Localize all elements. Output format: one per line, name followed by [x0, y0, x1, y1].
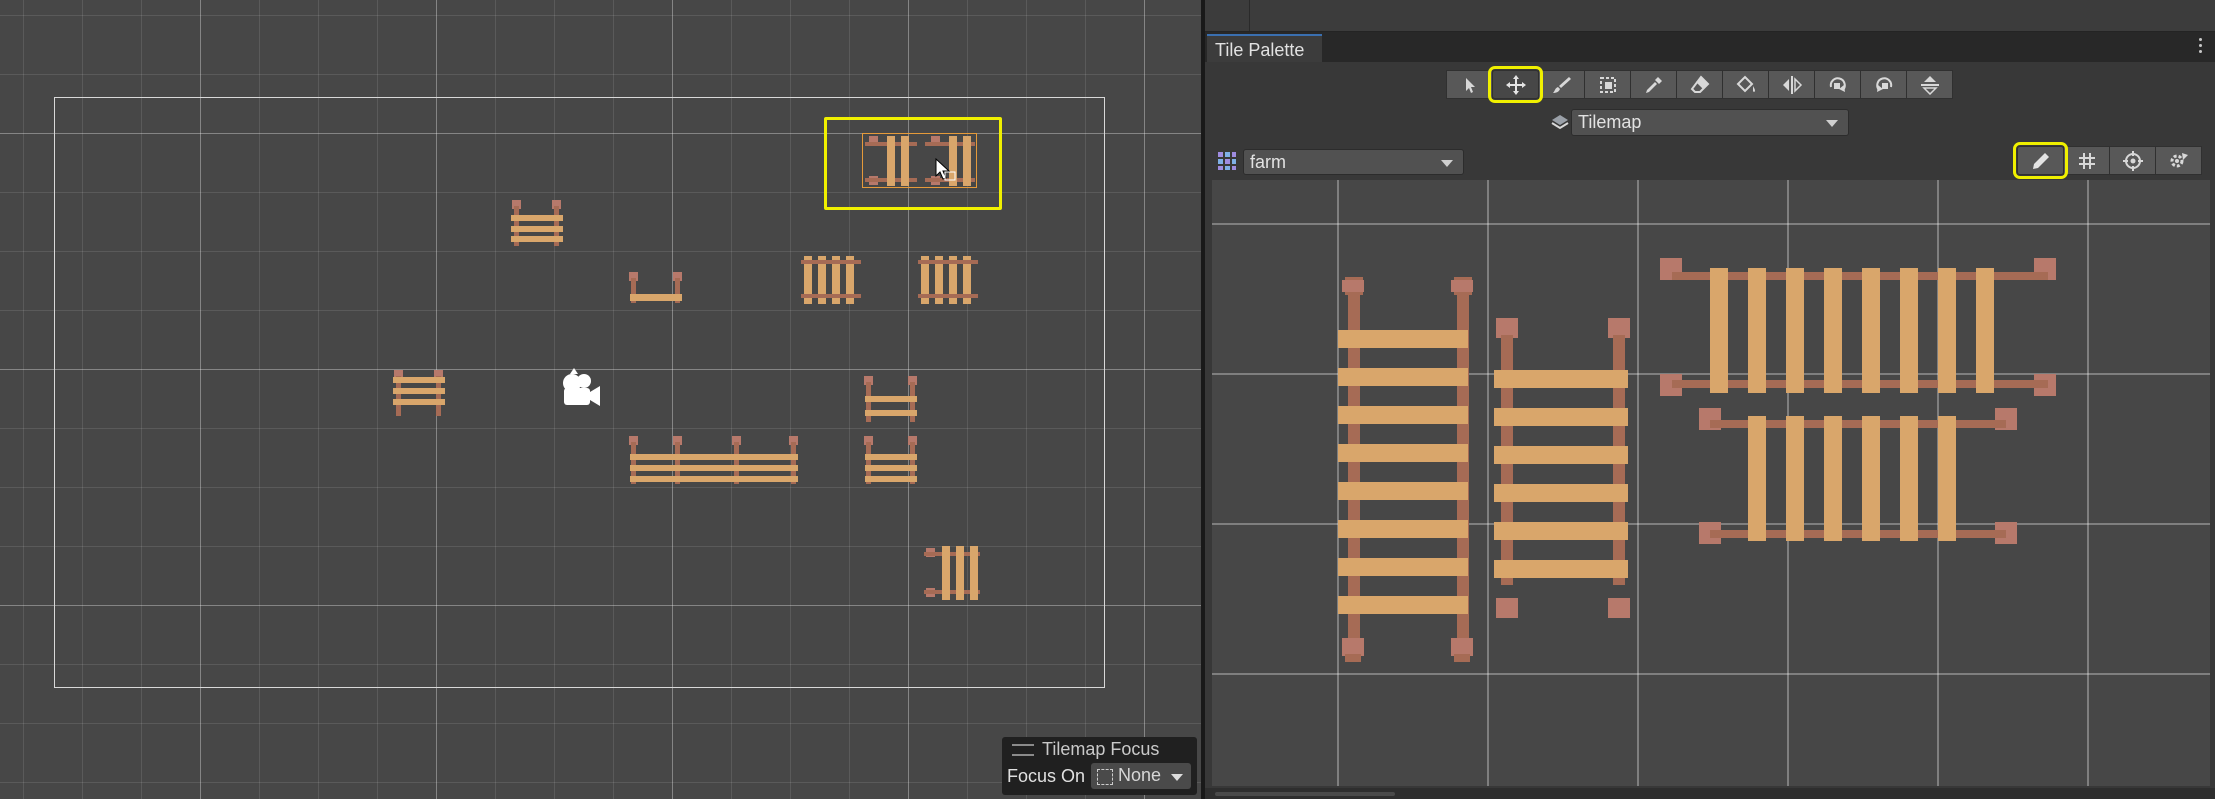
fence-tile-vertical-a: [1338, 277, 1473, 662]
camera-icon: [563, 368, 600, 406]
fence-tile: [864, 376, 917, 422]
window-top-strip: [1205, 0, 2215, 32]
dropdown-arrow-icon: [1441, 160, 1453, 167]
tab-tile-palette[interactable]: Tile Palette: [1207, 34, 1323, 62]
drag-handle-icon[interactable]: [1012, 744, 1034, 757]
pencil-icon: [2032, 152, 2049, 169]
brush-icon: [1552, 76, 1571, 93]
flip-x-tool-button[interactable]: [1768, 70, 1815, 99]
fence-tile: [918, 256, 978, 304]
palette-dropdown[interactable]: farm: [1243, 149, 1464, 175]
eyedropper-icon: [1645, 76, 1662, 93]
focus-on-value: None: [1118, 765, 1162, 785]
edit-palette-button[interactable]: [2013, 142, 2068, 179]
palette-name-value: farm: [1250, 152, 1286, 172]
rotate-cw-icon: [1829, 76, 1846, 92]
flip-y-tool-button[interactable]: [1906, 70, 1953, 99]
dropdown-arrow-icon: [1171, 774, 1183, 781]
paint-bucket-icon: [1736, 75, 1755, 92]
eraser-icon: [1690, 74, 1709, 93]
box-fill-icon: [1599, 76, 1616, 93]
tilemap-focus-overlay: Tilemap Focus Focus On None: [1002, 737, 1197, 795]
scene-view[interactable]: Tilemap Focus Focus On None: [0, 0, 1201, 799]
erase-tool-button[interactable]: [1676, 70, 1723, 99]
fence-tile: [864, 436, 917, 484]
flip-x-icon: [1782, 75, 1802, 94]
tile-palette-window: Tile Palette Tilemap farm: [1205, 0, 2215, 799]
rotate-counterclockwise-tool-button[interactable]: [1860, 70, 1907, 99]
palette-tiles: [1338, 258, 2056, 662]
palette-settings-button[interactable]: [2155, 146, 2202, 175]
overlay-title: Tilemap Focus: [1012, 739, 1159, 760]
palette-grid-icon: [1218, 152, 1236, 170]
rotate-ccw-icon: [1875, 76, 1892, 92]
more-options-icon[interactable]: [2199, 38, 2203, 56]
rotate-clockwise-tool-button[interactable]: [1814, 70, 1861, 99]
palette-scrollbar[interactable]: [1205, 788, 2215, 799]
fence-tile-horizontal-short: [1699, 408, 2017, 544]
dropdown-arrow-icon: [1826, 120, 1838, 127]
fence-tile: [629, 436, 798, 484]
settings-icon: [2170, 152, 2188, 167]
select-arrow-icon: [1465, 77, 1475, 93]
active-target-value: Tilemap: [1578, 112, 1642, 132]
tab-bar: Tile Palette: [1205, 32, 2215, 62]
fence-tile: [393, 370, 445, 416]
fence-tile-horizontal-long: [1660, 258, 2056, 396]
box-fill-tool-button[interactable]: [1584, 70, 1631, 99]
fill-tool-button[interactable]: [1722, 70, 1769, 99]
palette-edit-toolbar: [2013, 142, 2202, 179]
gizmo-icon: [2122, 150, 2143, 171]
move-arrows-icon: [1505, 74, 1526, 95]
focus-on-dropdown[interactable]: None: [1091, 763, 1191, 789]
select-tool-button[interactable]: [1446, 70, 1493, 99]
picker-tool-button[interactable]: [1630, 70, 1677, 99]
overlay-title-text: Tilemap Focus: [1042, 739, 1160, 759]
grid-toggle-button[interactable]: [2063, 146, 2110, 175]
fence-tile: [801, 256, 861, 304]
flip-y-icon: [1920, 75, 1939, 95]
move-tool-button[interactable]: [1488, 66, 1543, 103]
fence-tile: [924, 546, 980, 600]
palette-grid[interactable]: [1212, 180, 2210, 786]
move-cursor-icon: [935, 158, 956, 181]
focus-on-label: Focus On: [1007, 766, 1086, 786]
gizmos-toggle-button[interactable]: [2109, 146, 2156, 175]
tilemap-layer-icon: [1551, 115, 1569, 130]
fence-tile: [629, 272, 682, 303]
highlight-box: [824, 117, 1002, 210]
selection-square-icon: [1097, 769, 1113, 785]
tool-toolbar: [1446, 66, 1953, 103]
fence-tile-vertical-b: [1494, 318, 1630, 618]
grid-icon: [2078, 152, 2095, 169]
fence-tile: [511, 200, 563, 246]
paint-brush-tool-button[interactable]: [1538, 70, 1585, 99]
active-target-dropdown[interactable]: Tilemap: [1571, 109, 1849, 136]
